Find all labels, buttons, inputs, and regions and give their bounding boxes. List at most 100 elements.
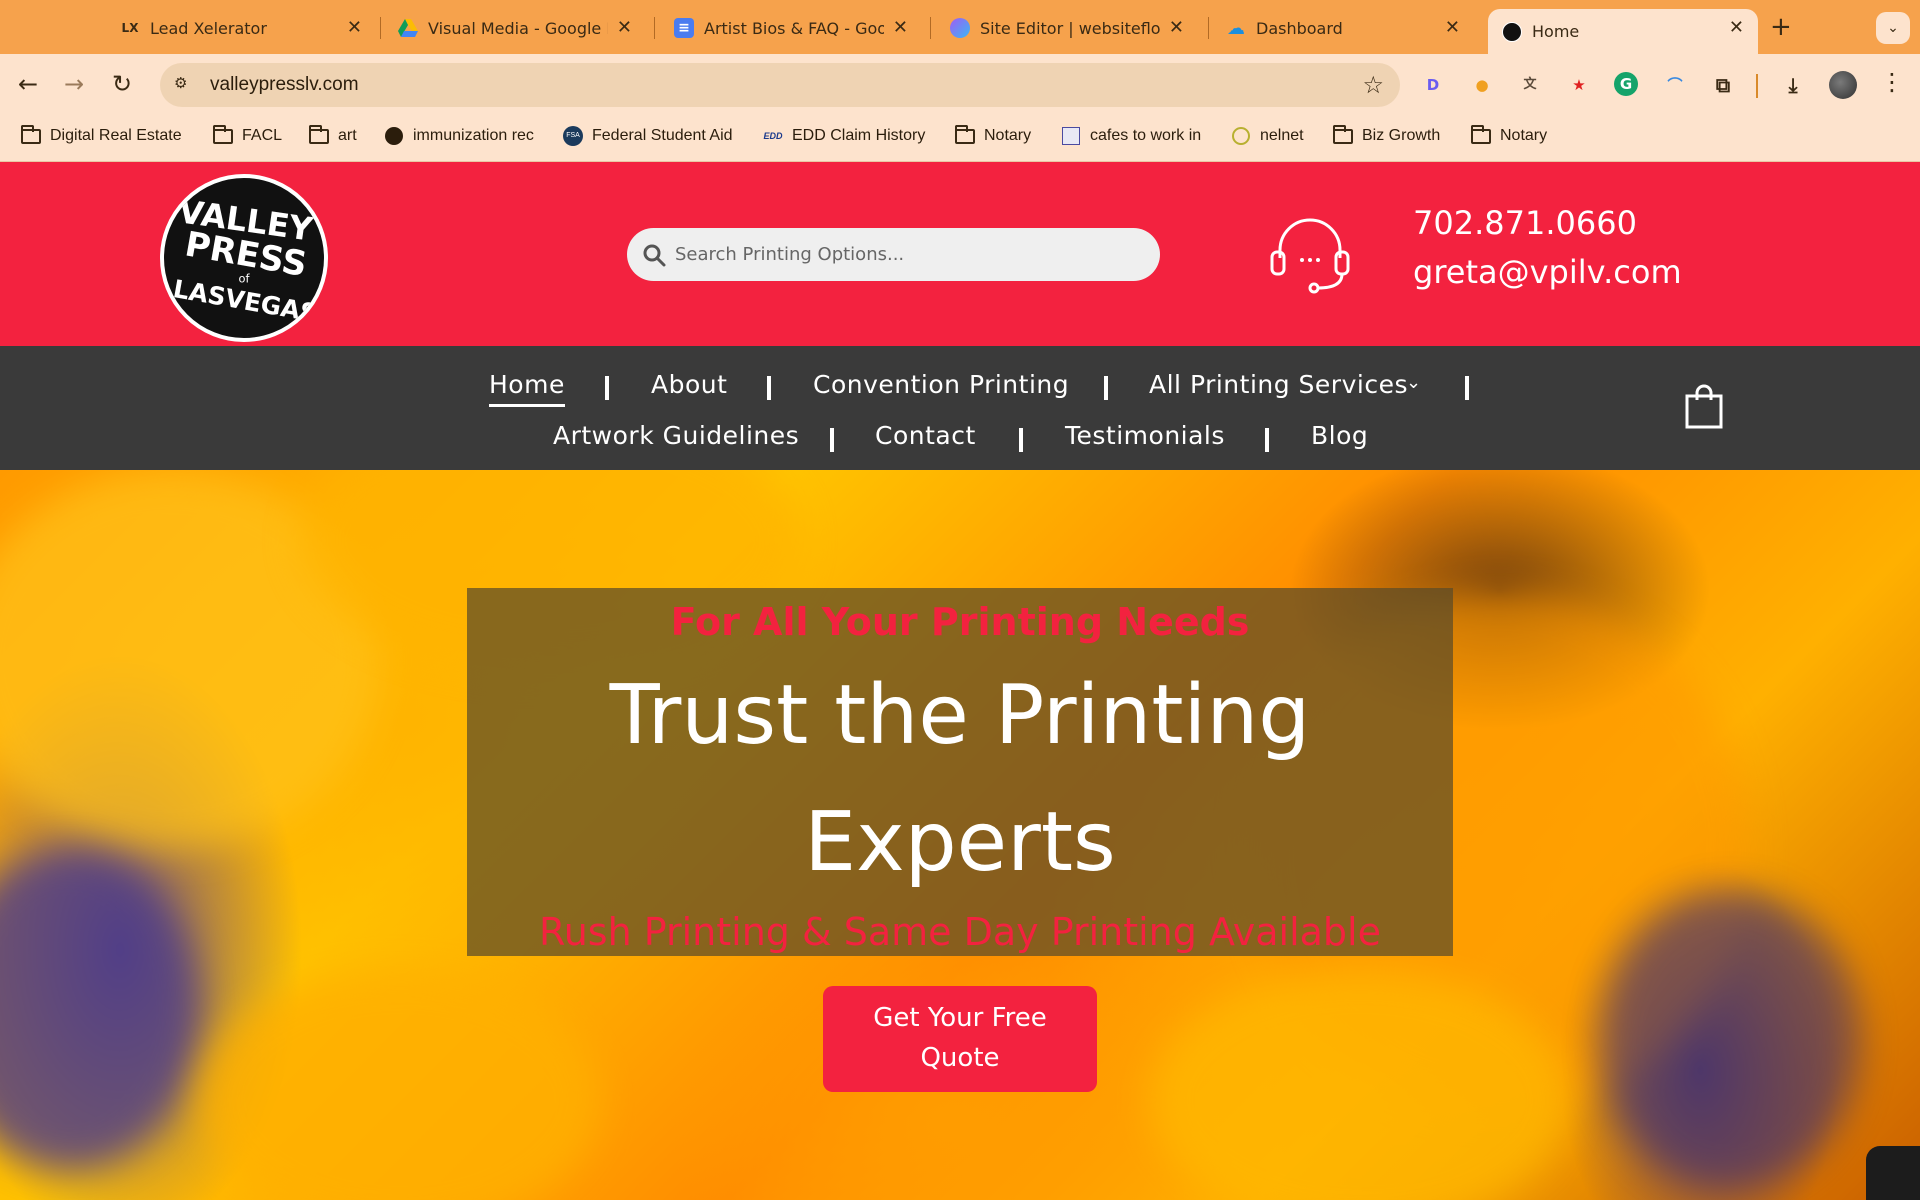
edd-icon: EDD [763,131,783,141]
tab-visual-media[interactable]: Visual Media - Google D ✕ [384,9,646,47]
nav-separator [1265,428,1269,452]
google-drive-icon [398,18,418,38]
back-icon[interactable]: ← [18,70,38,98]
toolbar-divider [1756,74,1758,98]
search-icon[interactable] [641,242,667,268]
tab-separator [654,17,655,39]
bookmark-notary-2[interactable]: Notary [1470,124,1548,145]
browser-tab-bar: LX Lead Xelerator ✕ Visual Media - Googl… [0,0,1920,54]
nav-blog[interactable]: Blog [1311,421,1368,450]
nav-about[interactable]: About [651,370,727,399]
bookmark-label: Notary [984,127,1032,144]
more-menu-icon[interactable]: ⋮ [1880,68,1904,96]
tab-title: Lead Xelerator [150,18,267,38]
bookmark-federal-student-aid[interactable]: FSA Federal Student Aid [562,126,733,146]
google-docs-icon: ≡ [674,18,694,38]
download-icon[interactable]: ⤓ [1780,72,1806,98]
close-icon[interactable]: ✕ [1445,17,1460,38]
nav-convention-printing[interactable]: Convention Printing [813,370,1069,399]
folder-icon [1470,124,1492,145]
url-text[interactable]: valleypresslv.com [210,74,359,96]
nav-testimonials[interactable]: Testimonials [1065,421,1225,450]
extension-rainbow-icon[interactable]: ⌒ [1662,72,1688,98]
bookmark-star-icon[interactable]: ☆ [1362,71,1384,99]
nav-artwork-guidelines[interactable]: Artwork Guidelines [553,421,799,450]
bookmark-notary-1[interactable]: Notary [954,124,1032,145]
nav-separator [605,376,609,400]
hero-kicker: For All Your Printing Needs [670,600,1250,644]
dashboard-cloud-icon: ☁ [1227,17,1245,39]
close-icon[interactable]: ✕ [1169,17,1184,38]
tab-lead-xelerator[interactable]: LX Lead Xelerator ✕ [106,9,376,47]
bookmark-label: Federal Student Aid [592,127,733,144]
bookmark-label: immunization rec [413,127,534,144]
nav-contact[interactable]: Contact [875,421,976,450]
hero-smoke-shape [200,970,600,1200]
reload-icon[interactable]: ↻ [112,70,132,98]
hero-title-line-1: Trust the Printing [609,668,1311,763]
tab-dashboard[interactable]: ☁ Dashboard ✕ [1212,9,1474,47]
get-free-quote-button[interactable]: Get Your Free Quote [823,986,1097,1092]
tab-separator [1208,17,1209,39]
profile-avatar[interactable] [1829,71,1857,99]
bookmark-art[interactable]: art [308,124,357,145]
bookmark-facl[interactable]: FACL [212,124,283,145]
svg-text:of: of [239,272,251,286]
nelnet-icon [1230,127,1252,145]
close-icon[interactable]: ✕ [617,17,632,38]
folder-icon [308,124,330,145]
bookmark-label: Biz Growth [1362,127,1441,144]
chat-widget-button[interactable] [1866,1146,1920,1200]
quote-button-line-2: Quote [920,1043,1000,1073]
bookmark-label: cafes to work in [1090,127,1202,144]
nav-separator [1104,376,1108,400]
fsa-icon: FSA [562,126,584,146]
valley-press-logo[interactable]: VALLEY PRESS of LASVEGAS [160,174,328,342]
tab-title: Dashboard [1256,18,1343,38]
site-info-icon[interactable]: ⚙ [174,74,196,96]
bookmark-cafes[interactable]: cafes to work in [1060,127,1201,145]
tab-title: Home [1532,22,1580,41]
site-editor-icon [950,18,970,38]
extension-grammarly-icon[interactable]: G [1614,72,1638,96]
tab-title: Visual Media - Google D [428,18,608,38]
forward-icon[interactable]: → [64,70,84,98]
hero-section: For All Your Printing Needs Trust the Pr… [0,470,1920,1200]
close-icon[interactable]: ✕ [347,17,362,38]
folder-icon [954,124,976,145]
tab-site-editor[interactable]: Site Editor | websiteflo ✕ [936,9,1198,47]
main-nav: Home About Convention Printing All Print… [0,346,1920,470]
nav-all-printing-services[interactable]: All Printing Services [1149,370,1408,399]
extension-d-icon[interactable]: D [1420,72,1446,98]
headset-icon [1270,218,1350,294]
phone-number[interactable]: 702.871.0660 [1413,204,1637,242]
nav-home[interactable]: Home [489,370,565,407]
bookmark-biz-growth[interactable]: Biz Growth [1332,124,1441,145]
folder-icon [20,124,42,145]
bookmark-label: nelnet [1260,127,1304,144]
bookmark-label: Notary [1500,127,1548,144]
extension-honey-icon[interactable]: ● [1469,72,1495,98]
extension-translate-icon[interactable]: 文 [1517,72,1543,98]
close-icon[interactable]: ✕ [893,17,908,38]
bookmark-edd[interactable]: EDD EDD Claim History [762,127,925,145]
bookmark-nelnet[interactable]: nelnet [1230,127,1304,145]
address-bar[interactable]: ⚙ valleypresslv.com ☆ [160,63,1400,107]
new-tab-icon[interactable]: + [1770,12,1792,42]
search-bar[interactable] [627,228,1160,281]
extension-star-icon[interactable]: ★ [1566,72,1592,98]
shopping-bag-icon[interactable] [1684,384,1724,430]
bookmark-label: FACL [242,127,283,144]
close-icon[interactable]: ✕ [1729,17,1744,38]
bookmarks-bar: Digital Real Estate FACL art immunizatio… [0,116,1920,162]
email-address[interactable]: greta@vpilv.com [1413,253,1682,291]
bookmark-digital-real-estate[interactable]: Digital Real Estate [20,124,182,145]
tab-artist-bios[interactable]: ≡ Artist Bios & FAQ - Goo ✕ [660,9,922,47]
tab-home[interactable]: Home ✕ [1488,9,1758,54]
hero-smoke-shape [0,850,200,1170]
bookmark-immunization[interactable]: immunization rec [383,127,534,145]
search-input[interactable] [675,228,1145,281]
chevron-down-icon[interactable]: ⌄ [1406,372,1421,393]
extensions-puzzle-icon[interactable]: ⧉ [1710,72,1736,98]
chevron-down-icon[interactable]: ⌄ [1876,12,1910,44]
